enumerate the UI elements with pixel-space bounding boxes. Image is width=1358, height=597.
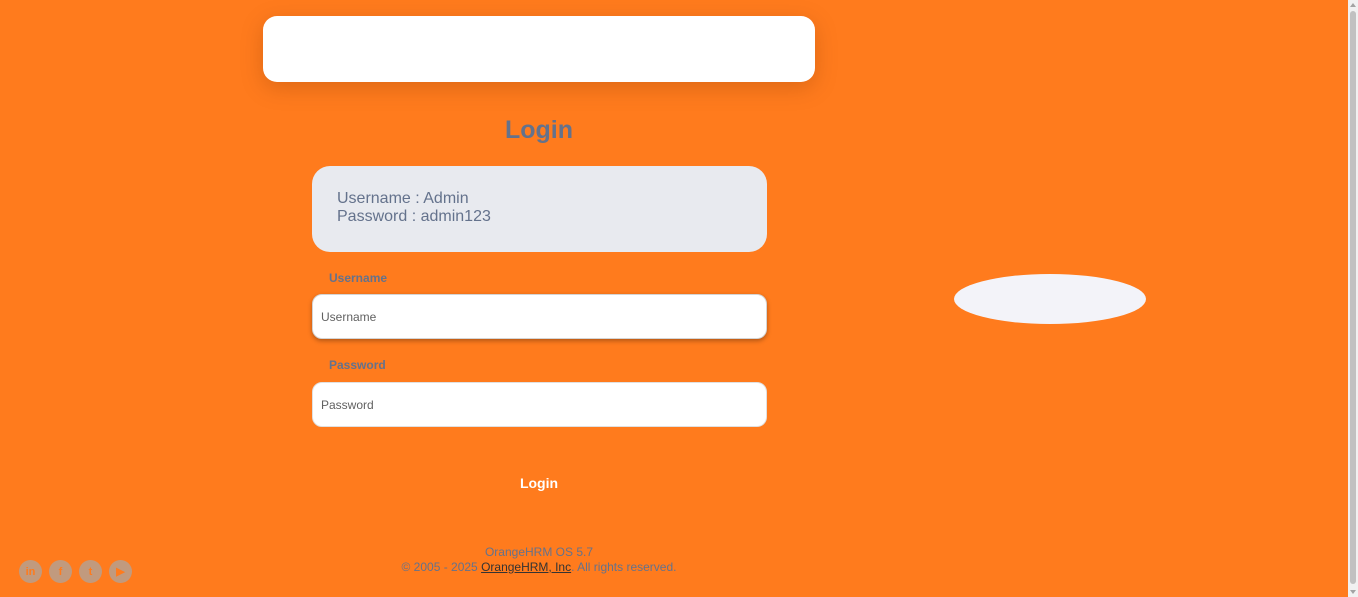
footer-version: OrangeHRM OS 5.7: [484, 545, 594, 559]
social-links: in f t ▶: [19, 560, 132, 583]
footer: OrangeHRM OS 5.7 © 2005 - 2025 OrangeHRM…: [263, 545, 815, 575]
login-page: Login Username : Admin Password : admin1…: [0, 0, 1348, 597]
youtube-icon[interactable]: ▶: [109, 560, 132, 583]
footer-copyright: © 2005 - 2025 OrangeHRM, Inc. All rights…: [263, 560, 815, 575]
credentials-username: Username : Admin: [337, 190, 469, 207]
twitter-icon[interactable]: t: [79, 560, 102, 583]
copyright-suffix: . All rights reserved.: [571, 560, 677, 574]
login-button[interactable]: Login: [480, 466, 598, 500]
facebook-icon[interactable]: f: [49, 560, 72, 583]
username-input[interactable]: [312, 294, 767, 339]
password-label: Password: [329, 358, 386, 372]
copyright-prefix: © 2005 - 2025: [401, 560, 482, 574]
linkedin-icon[interactable]: in: [19, 560, 42, 583]
login-title: Login: [504, 116, 574, 144]
scroll-down-arrow-icon[interactable]: [1350, 590, 1356, 594]
credentials-password: Password : admin123: [337, 208, 491, 225]
branding-image-placeholder: [954, 274, 1146, 324]
scroll-up-arrow-icon[interactable]: [1350, 3, 1356, 7]
username-label: Username: [329, 271, 388, 285]
logo-banner: [263, 16, 815, 82]
company-link[interactable]: OrangeHRM, Inc: [481, 560, 571, 574]
password-input[interactable]: [312, 382, 767, 427]
scrollbar-thumb[interactable]: [1350, 11, 1356, 584]
vertical-scrollbar[interactable]: [1348, 0, 1358, 597]
credentials-hint: Username : Admin Password : admin123: [312, 166, 767, 252]
